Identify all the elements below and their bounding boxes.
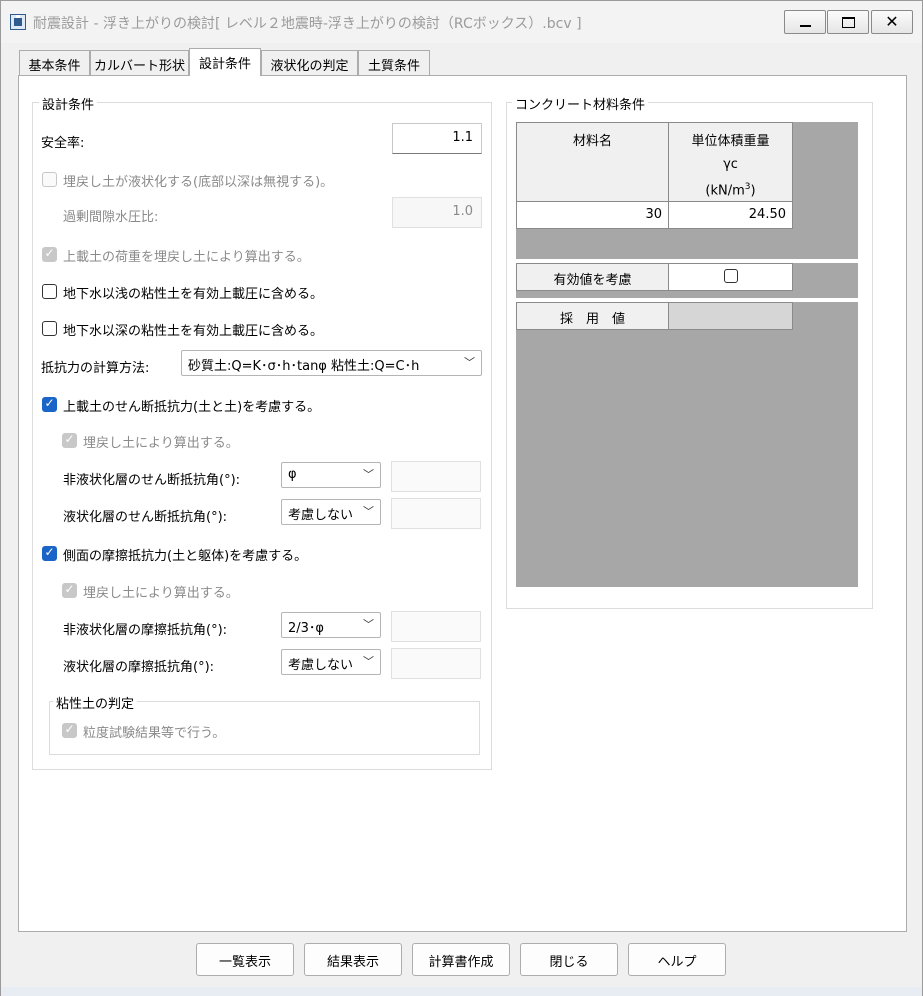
tab-liquefaction[interactable]: 液状化の判定 xyxy=(261,50,358,75)
shear-liq-select[interactable]: 考慮しない ﹀ xyxy=(281,499,381,525)
adopted-value-grid: 採 用 値 xyxy=(516,302,858,587)
window-title: 耐震設計 - 浮き上がりの検討[ レベル２地震時-浮き上がりの検討（RCボックス… xyxy=(33,16,582,32)
unit-weight-header-line2: γc xyxy=(723,157,738,172)
cohesive-shallow-checkbox[interactable] xyxy=(42,284,57,299)
cohesive-judgment-title: 粘性土の判定 xyxy=(53,693,138,712)
chevron-down-icon: ﹀ xyxy=(363,505,374,518)
effective-value-checkbox[interactable] xyxy=(724,269,738,283)
tab-panel: 設計条件 安全率: 1.1 埋戻し土が液状化する(底部以深は無視する)。 過剰間… xyxy=(18,75,907,932)
chevron-down-icon: ﹀ xyxy=(363,655,374,668)
list-view-button[interactable]: 一覧表示 xyxy=(196,943,294,976)
create-report-button[interactable]: 計算書作成 xyxy=(412,943,510,976)
friction-liq-input[interactable] xyxy=(391,648,481,679)
close-button[interactable]: 閉じる xyxy=(520,943,618,976)
side-friction-checkbox[interactable]: ✓ xyxy=(42,545,57,561)
grain-test-checkbox[interactable]: ✓ xyxy=(62,722,77,738)
shear-nonliq-select[interactable]: φ ﹀ xyxy=(281,462,381,488)
shear-liq-label: 液状化層のせん断抵抗角(°): xyxy=(63,510,228,525)
minimize-button[interactable] xyxy=(784,10,826,34)
adopted-value-label: 採 用 値 xyxy=(516,302,669,330)
overburden-load-label: 上載土の荷重を埋戻し土により算出する。 xyxy=(63,250,310,265)
result-view-button[interactable]: 結果表示 xyxy=(304,943,402,976)
shear-liq-input[interactable] xyxy=(391,498,481,529)
checkmark-icon: ✓ xyxy=(64,722,75,736)
material-grid: 材料名 単位体積重量 γc (kN/m3) 30 24.50 xyxy=(516,122,858,259)
friction-nonliq-select[interactable]: 2/3･φ ﹀ xyxy=(281,612,381,638)
unit-weight-unit: (kN/m3) xyxy=(669,176,792,202)
help-button[interactable]: ヘルプ xyxy=(628,943,726,976)
maximize-icon xyxy=(842,17,855,28)
excess-pore-label: 過剰間隙水圧比: xyxy=(63,210,159,225)
status-bar xyxy=(1,987,922,996)
design-conditions-title: 設計条件 xyxy=(39,94,98,113)
minimize-icon xyxy=(800,25,811,27)
unit-weight-header-line1: 単位体積重量 xyxy=(691,134,770,149)
excess-pore-input[interactable]: 1.0 xyxy=(392,197,482,228)
checkmark-icon: ✓ xyxy=(44,396,55,410)
resistance-method-value: 砂質土:Q=K･σ･h･tanφ 粘性土:Q=C･h xyxy=(188,359,420,374)
shear-liq-value: 考慮しない xyxy=(288,508,354,523)
shear-resistance-checkbox[interactable]: ✓ xyxy=(42,396,57,412)
tab-soil-conditions[interactable]: 土質条件 xyxy=(358,50,430,75)
material-name-cell[interactable]: 30 xyxy=(516,201,669,229)
friction-liq-value: 考慮しない xyxy=(288,658,354,673)
shear-backfill-label: 埋戻し土により算出する。 xyxy=(83,436,239,451)
shear-nonliq-label: 非液状化層のせん断抵抗角(°): xyxy=(63,473,241,488)
backfill-liquefy-label: 埋戻し土が液状化する(底部以深は無視する)。 xyxy=(63,175,334,190)
backfill-liquefy-checkbox[interactable] xyxy=(42,172,57,187)
safety-factor-input[interactable]: 1.1 xyxy=(392,123,482,154)
tab-culvert-shape[interactable]: カルバート形状 xyxy=(90,50,189,75)
resistance-method-label: 抵抗力の計算方法: xyxy=(41,361,150,376)
chevron-down-icon: ﹀ xyxy=(464,356,475,369)
grain-test-label: 粒度試験結果等で行う。 xyxy=(83,726,226,741)
close-icon: ✕ xyxy=(885,12,899,31)
app-window-icon[interactable] xyxy=(10,14,26,30)
shear-resistance-label: 上載土のせん断抵抗力(土と土)を考慮する。 xyxy=(63,400,321,415)
checkmark-icon: ✓ xyxy=(64,582,75,596)
tab-basic-conditions[interactable]: 基本条件 xyxy=(19,50,90,75)
cohesive-shallow-label: 地下水以浅の粘性土を有効上載圧に含める。 xyxy=(63,287,324,302)
side-friction-label: 側面の摩擦抵抗力(土と躯体)を考慮する。 xyxy=(63,549,308,564)
resistance-method-select[interactable]: 砂質土:Q=K･σ･h･tanφ 粘性土:Q=C･h ﹀ xyxy=(181,350,482,376)
safety-factor-label: 安全率: xyxy=(41,136,85,151)
shear-backfill-checkbox[interactable]: ✓ xyxy=(62,432,77,448)
close-window-button[interactable]: ✕ xyxy=(871,10,913,34)
chevron-down-icon: ﹀ xyxy=(363,468,374,481)
friction-backfill-checkbox[interactable]: ✓ xyxy=(62,582,77,598)
cohesive-deep-label: 地下水以深の粘性土を有効上載圧に含める。 xyxy=(63,324,324,339)
title-bar: 耐震設計 - 浮き上がりの検討[ レベル２地震時-浮き上がりの検討（RCボックス… xyxy=(1,1,922,43)
checkmark-icon: ✓ xyxy=(64,432,75,446)
concrete-conditions-title: コンクリート材料条件 xyxy=(512,94,649,113)
checkmark-icon: ✓ xyxy=(44,246,55,260)
tab-design-conditions[interactable]: 設計条件 xyxy=(189,48,261,76)
friction-nonliq-value: 2/3･φ xyxy=(288,621,324,636)
unit-weight-header: 単位体積重量 γc (kN/m3) xyxy=(668,122,793,202)
overburden-load-checkbox[interactable]: ✓ xyxy=(42,246,57,262)
maximize-button[interactable] xyxy=(827,10,869,34)
friction-liq-select[interactable]: 考慮しない ﹀ xyxy=(281,649,381,675)
effective-value-label: 有効値を考慮 xyxy=(516,263,669,291)
friction-backfill-label: 埋戻し土により算出する。 xyxy=(83,586,239,601)
checkmark-icon: ✓ xyxy=(44,545,55,559)
dialog-window: 耐震設計 - 浮き上がりの検討[ レベル２地震時-浮き上がりの検討（RCボックス… xyxy=(0,0,923,996)
material-name-header: 材料名 xyxy=(516,122,669,202)
chevron-down-icon: ﹀ xyxy=(363,618,374,631)
effective-value-cell[interactable] xyxy=(668,263,793,291)
effective-value-grid: 有効値を考慮 xyxy=(516,263,858,298)
friction-liq-label: 液状化層の摩擦抵抗角(°): xyxy=(63,660,215,675)
adopted-value-cell xyxy=(668,302,793,330)
shear-nonliq-value: φ xyxy=(288,467,297,482)
unit-weight-unit-end: ) xyxy=(750,183,756,199)
unit-weight-cell[interactable]: 24.50 xyxy=(668,201,793,229)
cohesive-deep-checkbox[interactable] xyxy=(42,321,57,336)
shear-nonliq-input[interactable] xyxy=(391,461,481,492)
friction-nonliq-input[interactable] xyxy=(391,611,481,642)
friction-nonliq-label: 非液状化層の摩擦抵抗角(°): xyxy=(63,623,228,638)
unit-weight-unit-base: (kN/m xyxy=(705,183,745,199)
